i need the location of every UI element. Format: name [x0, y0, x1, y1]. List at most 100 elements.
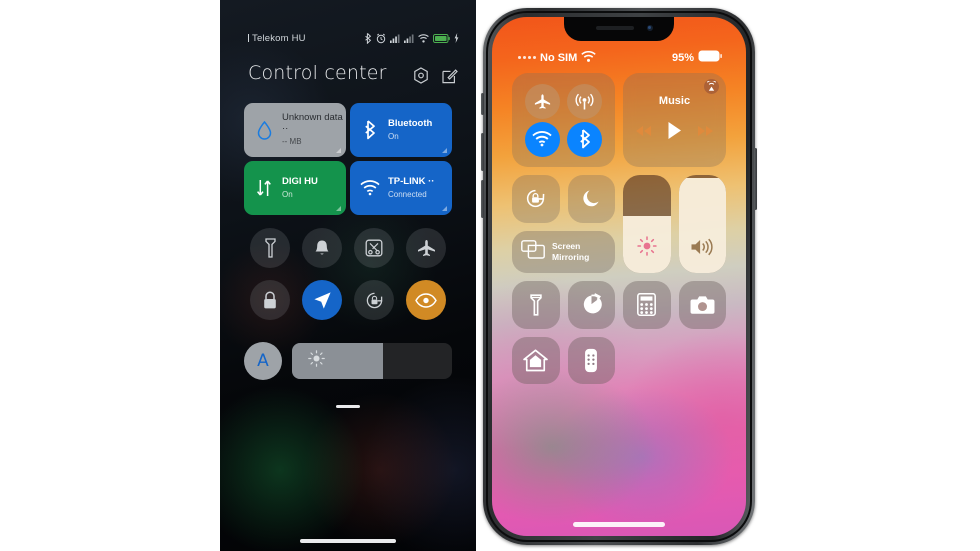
toggle-auto-rotate[interactable]: [354, 280, 394, 320]
toggle-airplane-mode[interactable]: [524, 83, 560, 119]
signal-icon-2: [404, 34, 414, 43]
cc-sliders: [623, 175, 726, 273]
ios-carrier-label: No SIM: [540, 51, 578, 64]
tile-sublabel: Connected: [388, 189, 427, 199]
shortcut-camera[interactable]: [678, 281, 726, 329]
front-camera-icon: [647, 25, 653, 31]
iphone-notch: [564, 17, 674, 41]
music-title: Music: [658, 95, 691, 107]
toggle-cellular-data[interactable]: [567, 83, 603, 119]
moon-icon: [583, 190, 599, 207]
bluetooth-icon: [359, 120, 381, 140]
toggle-screen-lock[interactable]: [250, 280, 290, 320]
camera-icon: [690, 296, 715, 314]
sun-icon: [637, 236, 657, 261]
tile-mobile-data[interactable]: Unknown data ·· -- MB: [244, 103, 346, 157]
cc-top-row: Music: [512, 73, 726, 167]
toggle-rotation-lock[interactable]: [512, 175, 560, 223]
brightness-slider-fill: [292, 343, 384, 379]
carrier-divider: [248, 34, 249, 42]
rewind-icon[interactable]: [635, 124, 652, 142]
android-toggle-circles: [244, 228, 452, 320]
cc-left-column: Screen Mirroring: [512, 175, 615, 273]
toggle-flashlight[interactable]: [250, 228, 290, 268]
ios-status-right: 95%: [672, 50, 722, 65]
android-carrier: Telekom HU: [248, 33, 306, 44]
toggle-airplane-mode[interactable]: [406, 228, 446, 268]
lock-icon: [264, 290, 276, 308]
signal-dots-icon: [518, 56, 536, 59]
ios-control-center: Music Screen Mirroring: [512, 73, 726, 384]
mirroring-line2: Mirroring: [552, 251, 590, 262]
tile-sublabel: On: [282, 189, 293, 199]
tile-bluetooth[interactable]: Bluetooth On: [350, 103, 452, 157]
toggle-do-not-disturb[interactable]: [567, 175, 615, 223]
connectivity-module[interactable]: [512, 73, 615, 167]
tile-expand-corner[interactable]: [336, 206, 341, 211]
alarm-icon: [376, 33, 386, 43]
tile-text: Unknown data ·· -- MB: [282, 112, 346, 147]
music-controls: [635, 121, 714, 145]
wifi-icon: [581, 50, 596, 65]
shortcut-flashlight[interactable]: [512, 281, 560, 329]
tile-label: DIGI HU: [282, 175, 318, 187]
battery-icon: [698, 50, 722, 65]
shortcut-apple-tv-remote[interactable]: [567, 336, 615, 384]
toggle-bluetooth[interactable]: [567, 121, 603, 157]
auto-brightness-button[interactable]: A: [244, 342, 282, 380]
flashlight-icon: [264, 238, 276, 258]
tile-mobile-network[interactable]: DIGI HU On: [244, 161, 346, 215]
volume-down-button[interactable]: [481, 180, 484, 218]
screen-mirroring-button[interactable]: Screen Mirroring: [512, 230, 615, 273]
flashlight-icon: [530, 294, 542, 316]
volume-slider[interactable]: [678, 175, 726, 273]
play-icon[interactable]: [667, 121, 682, 145]
toggle-wifi[interactable]: [524, 121, 560, 157]
tile-label: Bluetooth: [388, 117, 433, 129]
cc-quick-toggles: [512, 175, 615, 223]
android-home-indicator[interactable]: [300, 539, 396, 543]
airplay-icon[interactable]: [704, 79, 719, 94]
remote-icon: [585, 348, 598, 372]
android-header-actions: [413, 67, 458, 89]
tile-expand-corner[interactable]: [336, 148, 341, 153]
edit-pencil-icon[interactable]: [442, 68, 458, 89]
toggle-reading-mode[interactable]: [406, 280, 446, 320]
tile-label: Unknown data ··: [282, 112, 343, 135]
silent-switch[interactable]: [481, 93, 484, 115]
tile-expand-corner[interactable]: [442, 206, 447, 211]
signal-icon: [390, 34, 400, 43]
panel-drag-handle[interactable]: [336, 405, 360, 408]
shortcut-calculator[interactable]: [623, 281, 671, 329]
charging-icon: [454, 33, 459, 43]
shortcut-home[interactable]: [512, 336, 560, 384]
toggle-screenshot[interactable]: [354, 228, 394, 268]
cellular-antenna-icon: [575, 93, 594, 109]
bell-icon: [315, 240, 329, 255]
tile-text: Bluetooth On: [388, 117, 433, 141]
shortcut-timer[interactable]: [567, 281, 615, 329]
ios-home-indicator[interactable]: [573, 522, 665, 527]
brightness-slider[interactable]: [292, 343, 452, 379]
android-status-bar: Telekom HU: [220, 30, 476, 46]
water-drop-icon: [253, 120, 275, 140]
toggle-sound[interactable]: [302, 228, 342, 268]
page-title: Control center: [248, 62, 387, 84]
volume-up-button[interactable]: [481, 133, 484, 171]
data-arrows-icon: [253, 179, 275, 197]
home-icon: [523, 349, 549, 372]
toggle-location[interactable]: [302, 280, 342, 320]
tile-wifi[interactable]: TP-LINK ·· Connected: [350, 161, 452, 215]
comparison-screenshot: Telekom HU Control center Unknown data ·…: [0, 0, 980, 551]
brightness-slider[interactable]: [623, 175, 671, 273]
hex-gear-icon[interactable]: [413, 67, 429, 89]
tile-expand-corner[interactable]: [442, 148, 447, 153]
fast-forward-icon[interactable]: [697, 124, 714, 142]
music-module[interactable]: Music: [623, 73, 726, 167]
iphone-device: No SIM 95% Music Screen Mirroring: [481, 8, 757, 545]
wifi-icon: [418, 33, 429, 43]
mirroring-line1: Screen: [552, 241, 581, 252]
power-button[interactable]: [754, 148, 757, 210]
tile-sublabel: On: [388, 131, 399, 141]
eye-icon: [415, 292, 437, 308]
